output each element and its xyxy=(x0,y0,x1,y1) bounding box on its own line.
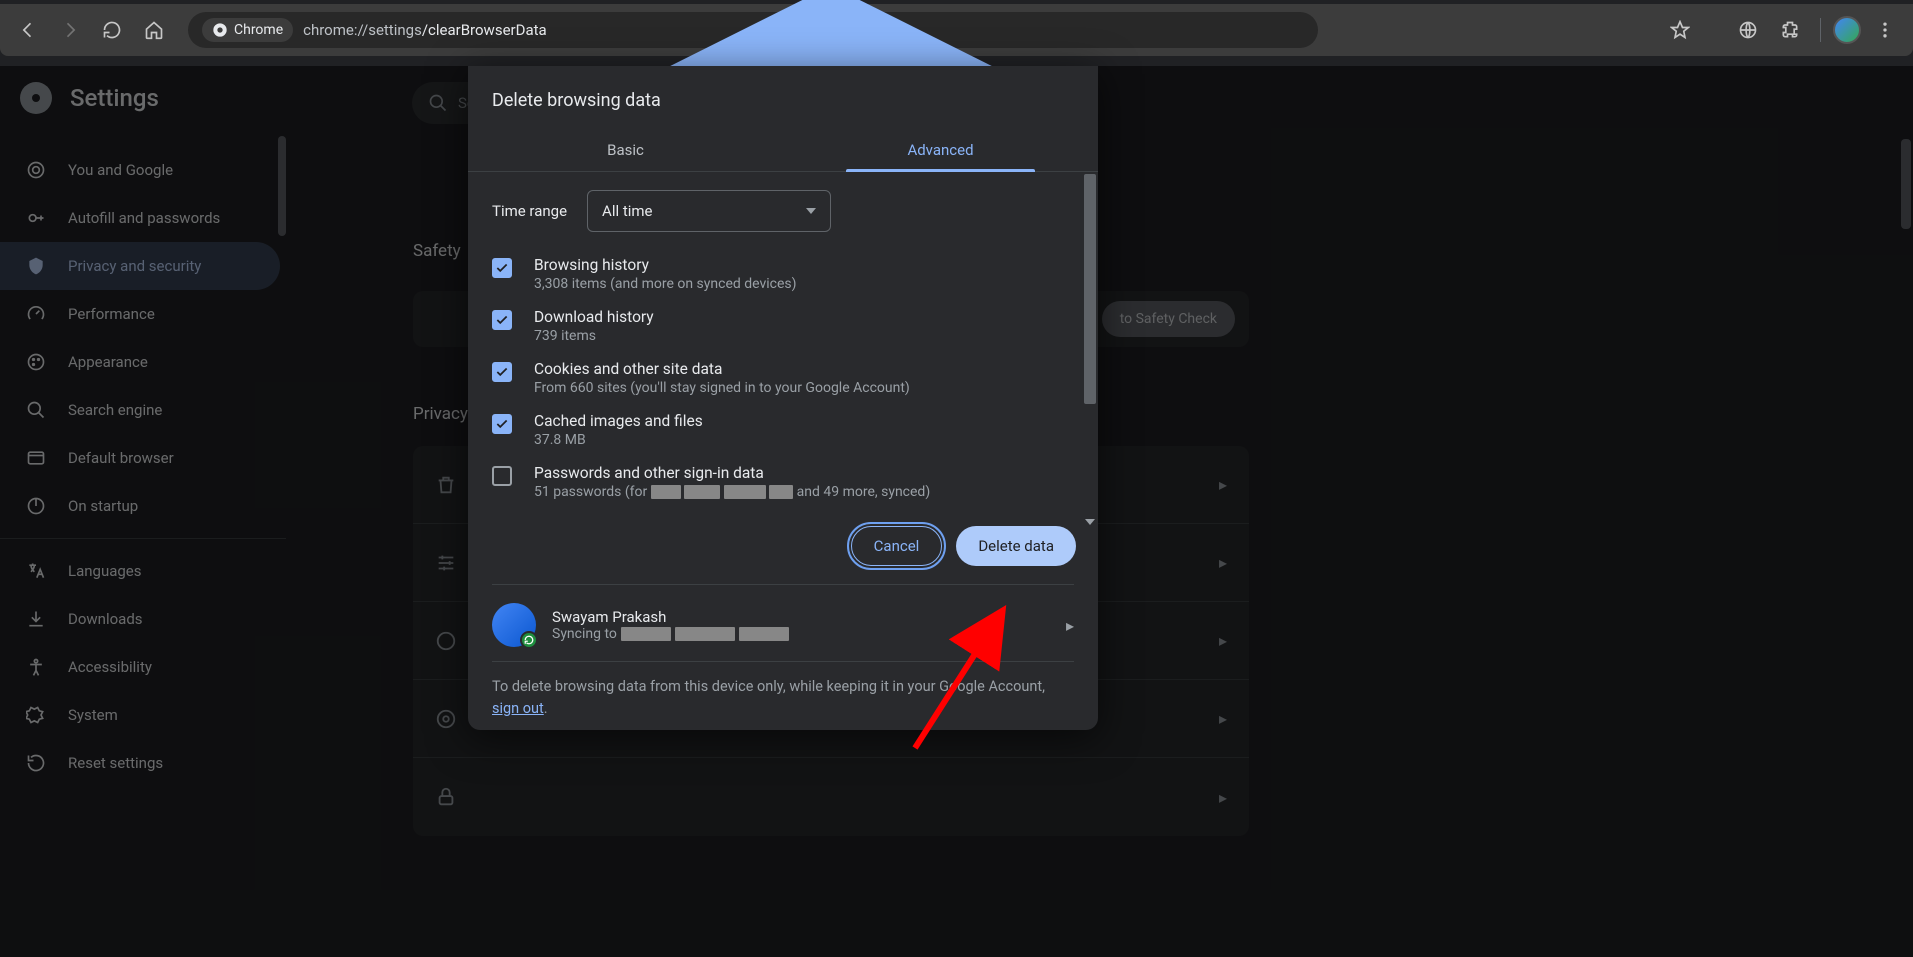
row-cookies[interactable]: Cookies and other site dataFrom 660 site… xyxy=(492,352,1074,404)
site-chip[interactable]: Chrome xyxy=(202,18,293,42)
row-download-history[interactable]: Download history739 items xyxy=(492,300,1074,352)
profile-avatar[interactable] xyxy=(1833,16,1861,44)
home-button[interactable] xyxy=(136,12,172,48)
checkbox-browsing-history[interactable] xyxy=(492,258,512,278)
time-range-label: Time range xyxy=(492,202,567,220)
row-passwords[interactable]: Passwords and other sign-in data51 passw… xyxy=(492,456,1074,508)
dialog-scrollbar[interactable] xyxy=(1084,174,1096,529)
bookmark-icon[interactable] xyxy=(1662,12,1698,48)
clear-data-dialog: Delete browsing data Basic Advanced Time… xyxy=(468,66,1098,730)
dialog-tabs: Basic Advanced xyxy=(468,129,1098,172)
sign-out-link[interactable]: sign out xyxy=(492,700,544,717)
row-browsing-history[interactable]: Browsing history3,308 items (and more on… xyxy=(492,248,1074,300)
checkbox-download-history[interactable] xyxy=(492,310,512,330)
passwords-desc: 51 passwords (for and 49 more, synced) xyxy=(534,484,930,500)
sync-badge-icon xyxy=(520,631,538,649)
sync-status: Syncing to xyxy=(552,626,789,642)
sync-account-row[interactable]: Swayam Prakash Syncing to ▸ xyxy=(492,603,1074,647)
checkbox-cookies[interactable] xyxy=(492,362,512,382)
tab-basic[interactable]: Basic xyxy=(468,129,783,171)
chrome-icon xyxy=(212,22,228,38)
time-range-select[interactable]: All time xyxy=(587,190,831,232)
menu-icon[interactable] xyxy=(1867,12,1903,48)
forward-button[interactable] xyxy=(52,12,88,48)
chevron-right-icon: ▸ xyxy=(1066,616,1074,635)
time-range-value: All time xyxy=(602,202,652,220)
checkbox-cached[interactable] xyxy=(492,414,512,434)
delete-data-button[interactable]: Delete data xyxy=(956,526,1076,566)
reload-button[interactable] xyxy=(94,12,130,48)
row-cached[interactable]: Cached images and files37.8 MB xyxy=(492,404,1074,456)
back-button[interactable] xyxy=(10,12,46,48)
user-avatar xyxy=(492,603,536,647)
cancel-button[interactable]: Cancel xyxy=(851,526,943,566)
signout-note: To delete browsing data from this device… xyxy=(492,676,1074,720)
checkbox-passwords[interactable] xyxy=(492,466,512,486)
extensions-icon[interactable] xyxy=(1772,12,1808,48)
chip-label: Chrome xyxy=(234,22,283,38)
dialog-title: Delete browsing data xyxy=(468,66,1098,129)
tab-advanced[interactable]: Advanced xyxy=(783,129,1098,171)
scroll-down-icon[interactable] xyxy=(1084,515,1096,529)
caret-down-icon xyxy=(806,206,816,216)
user-name: Swayam Prakash xyxy=(552,608,789,626)
globe-icon[interactable] xyxy=(1730,12,1766,48)
divider xyxy=(1820,18,1821,42)
